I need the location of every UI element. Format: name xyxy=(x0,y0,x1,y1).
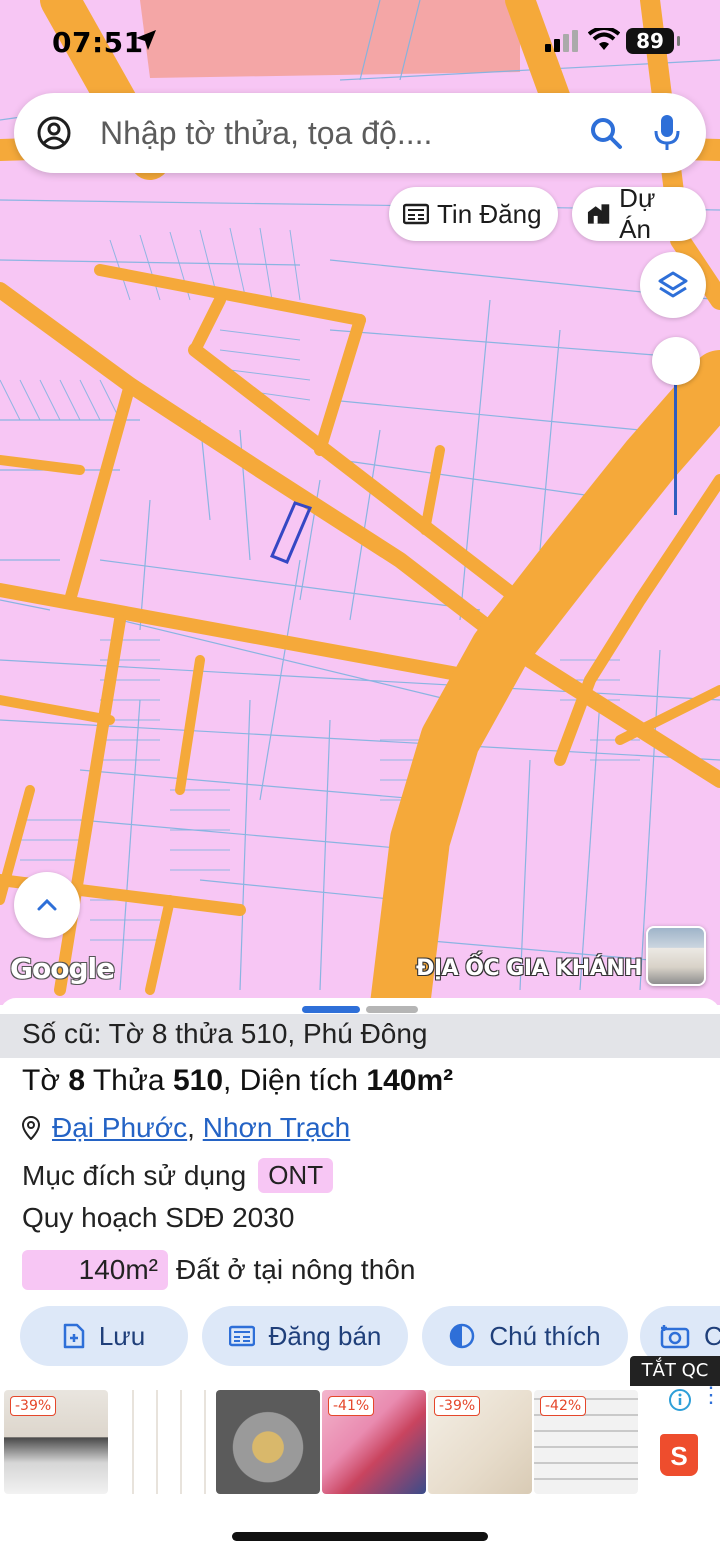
zoning-plan-label: Quy hoạch SDĐ 2030 xyxy=(22,1202,295,1233)
ad-product[interactable]: -39% xyxy=(4,1390,108,1494)
sheet-number: 8 xyxy=(68,1064,86,1097)
ad-discount: -39% xyxy=(10,1396,57,1416)
land-use-row: Mục đích sử dụng ONT xyxy=(22,1158,334,1193)
location-arrow-icon xyxy=(134,28,158,57)
save-button[interactable]: Lưu xyxy=(20,1306,188,1366)
status-time: 07:51 xyxy=(52,26,144,59)
plot-number: 510 xyxy=(172,1064,224,1097)
legend-button[interactable]: Chú thích xyxy=(422,1306,628,1366)
home-indicator[interactable] xyxy=(232,1532,488,1541)
zoning-area-row: 140m² Đất ở tại nông thôn xyxy=(22,1250,415,1290)
zoning-area-swatch: 140m² xyxy=(22,1250,168,1290)
microphone-icon[interactable] xyxy=(652,113,682,158)
post-for-sale-label: Đăng bán xyxy=(268,1320,382,1351)
zoning-area-desc: Đất ở tại nông thôn xyxy=(176,1254,416,1285)
add-file-icon xyxy=(63,1323,85,1349)
search-icon[interactable] xyxy=(588,115,624,156)
parcel-area: 140m² xyxy=(366,1064,454,1097)
ad-product[interactable] xyxy=(216,1390,320,1494)
old-parcel-info: Số cũ: Tờ 8 thửa 510, Phú Đông xyxy=(0,1014,720,1058)
wifi-icon xyxy=(587,26,621,57)
title-area-label: , Diện tích xyxy=(223,1064,359,1097)
location-row: Đại Phước, Nhơn Trạch xyxy=(22,1112,350,1144)
ad-product[interactable]: -41% xyxy=(322,1390,426,1494)
account-icon[interactable] xyxy=(36,115,72,156)
ward-link[interactable]: Đại Phước xyxy=(52,1112,187,1144)
action-buttons: Lưu Đăng bán Chú thích C xyxy=(20,1306,720,1366)
ad-more-icon[interactable]: ⋮ xyxy=(700,1384,720,1406)
street-view-thumbnail[interactable] xyxy=(646,926,706,986)
sheet-handle-active[interactable] xyxy=(302,1006,360,1013)
layers-icon xyxy=(658,271,688,298)
shop-bag-icon[interactable]: S xyxy=(660,1434,698,1476)
battery-indicator: 89 xyxy=(626,28,680,54)
title-to-label: Tờ xyxy=(22,1064,60,1097)
capture-button-label: C xyxy=(704,1320,720,1351)
listings-chip-label: Tin Đăng xyxy=(437,198,542,229)
post-for-sale-button[interactable]: Đăng bán xyxy=(202,1306,408,1366)
ad-product[interactable] xyxy=(110,1390,214,1494)
location-separator: , xyxy=(187,1112,203,1143)
title-thua-label: Thửa xyxy=(92,1064,165,1097)
cellular-signal-icon xyxy=(545,30,579,57)
parcel-info-sheet: Số cũ: Tờ 8 thửa 510, Phú Đông Tờ 8 Thửa… xyxy=(0,998,720,1557)
location-pin-icon xyxy=(22,1116,40,1140)
legend-button-label: Chú thích xyxy=(489,1320,601,1351)
newspaper-icon xyxy=(403,203,429,225)
ad-product[interactable]: -42% xyxy=(534,1390,638,1494)
chevron-up-icon xyxy=(37,898,57,911)
projects-chip[interactable]: Dự Án xyxy=(572,183,706,244)
ad-discount: -41% xyxy=(328,1396,375,1416)
layers-button[interactable] xyxy=(640,252,706,318)
district-link[interactable]: Nhơn Trạch xyxy=(203,1112,351,1144)
listings-chip[interactable]: Tin Đăng xyxy=(389,187,558,241)
sheet-handle[interactable] xyxy=(366,1006,418,1013)
ad-discount: -39% xyxy=(434,1396,481,1416)
listing-icon xyxy=(228,1325,255,1347)
status-bar: 07:51 89 xyxy=(0,0,720,80)
land-use-badge: ONT xyxy=(258,1158,334,1193)
search-bar[interactable] xyxy=(14,93,706,173)
expand-up-button[interactable] xyxy=(14,872,80,938)
ad-banner[interactable]: -39% -41% -39% -42% ⋮ S xyxy=(0,1384,720,1498)
land-use-label: Mục đích sử dụng xyxy=(22,1159,247,1191)
projects-chip-label: Dự Án xyxy=(619,183,656,244)
ad-info-icon[interactable] xyxy=(668,1388,692,1417)
opacity-slider-handle[interactable] xyxy=(652,337,700,385)
watermark-text: ĐỊA ỐC GIA KHÁNH xyxy=(416,956,643,981)
parcel-title: Tờ 8 Thửa 510, Diện tích 140m² xyxy=(22,1064,453,1098)
google-logo: Google xyxy=(10,952,115,985)
contrast-icon xyxy=(450,1323,475,1349)
save-button-label: Lưu xyxy=(98,1320,146,1351)
old-parcel-text: Số cũ: Tờ 8 thửa 510, Phú Đông xyxy=(22,1018,428,1049)
camera-icon xyxy=(660,1325,690,1349)
search-input[interactable] xyxy=(100,111,570,155)
ad-discount: -42% xyxy=(540,1396,587,1416)
buildings-icon xyxy=(587,204,610,224)
ad-product[interactable]: -39% xyxy=(428,1390,532,1494)
